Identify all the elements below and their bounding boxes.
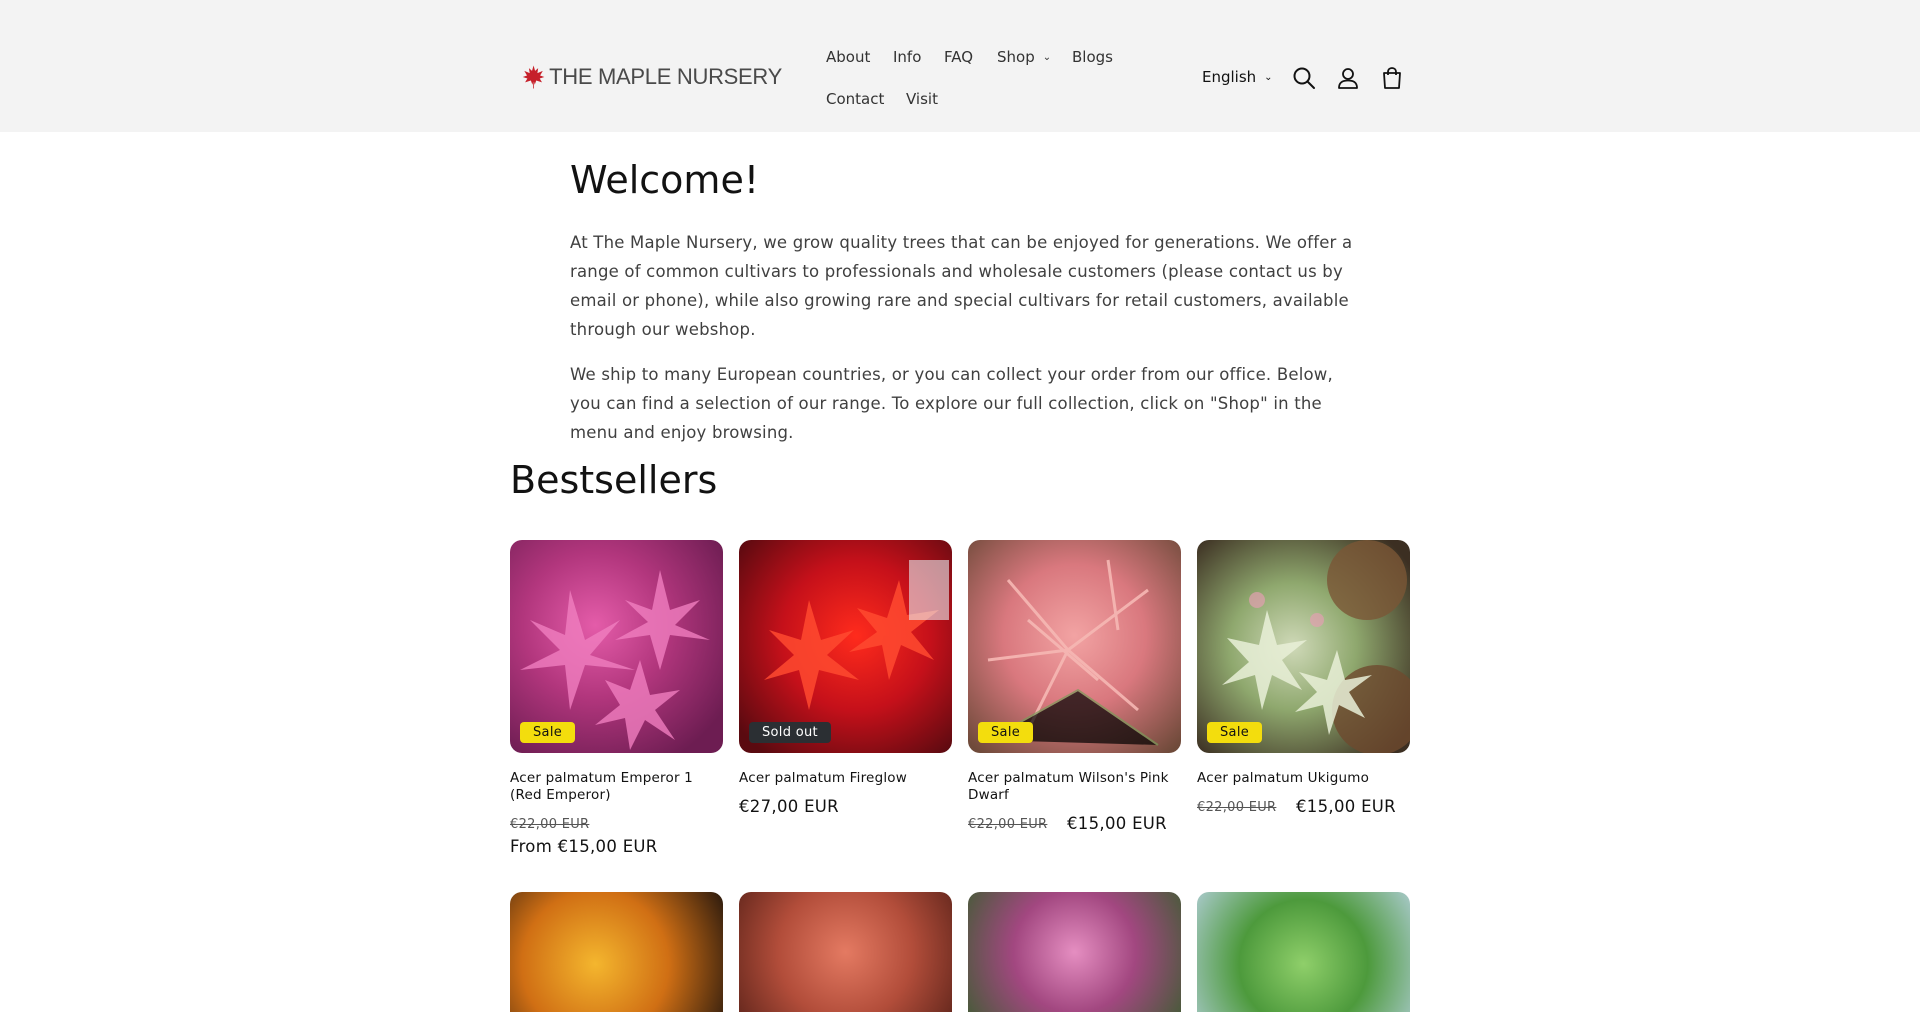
cart-icon[interactable] [1379, 65, 1405, 91]
nav-faq[interactable]: FAQ [944, 48, 973, 66]
sale-badge: Sale [520, 722, 576, 743]
product-image[interactable] [1197, 892, 1410, 1012]
product-price: €27,00 EUR [739, 797, 839, 816]
logo[interactable]: THE MAPLE NURSERY [522, 46, 782, 108]
nav-contact[interactable]: Contact [826, 90, 884, 108]
product-image[interactable]: Sale [510, 540, 723, 753]
welcome-heading: Welcome! [570, 158, 760, 202]
product-price: €15,00 EUR [1067, 814, 1167, 833]
product-image[interactable] [968, 892, 1181, 1012]
product-image[interactable] [510, 892, 723, 1012]
product-price: €15,00 EUR [1296, 797, 1396, 816]
product-image[interactable]: Sale [968, 540, 1181, 753]
compare-price: €22,00 EUR [1197, 800, 1277, 815]
product-title[interactable]: Acer palmatum Fireglow [739, 770, 952, 787]
sale-badge: Sale [978, 722, 1034, 743]
compare-price: €22,00 EUR [968, 817, 1048, 832]
nav-visit[interactable]: Visit [906, 90, 938, 108]
product-price: From €15,00 EUR [510, 837, 658, 856]
language-selector[interactable]: English ⌄ [1202, 68, 1273, 86]
search-icon[interactable] [1291, 65, 1317, 91]
intro-paragraph: At The Maple Nursery, we grow quality tr… [570, 233, 1353, 339]
chevron-down-icon: ⌄ [1042, 52, 1052, 63]
compare-price: €22,00 EUR [510, 817, 590, 832]
account-icon[interactable] [1335, 65, 1361, 91]
product-title[interactable]: Acer palmatum Emperor 1 (Red Emperor) [510, 770, 723, 804]
product-title[interactable]: Acer palmatum Wilson's Pink Dwarf [968, 770, 1181, 804]
shipping-paragraph: We ship to many European countries, or y… [570, 365, 1333, 442]
product-image[interactable]: Sale [1197, 540, 1410, 753]
product-title[interactable]: Acer palmatum Ukigumo [1197, 770, 1410, 787]
chevron-down-icon: ⌄ [1264, 72, 1273, 83]
logo-text: THE MAPLE NURSERY [549, 64, 782, 89]
product-image[interactable] [739, 892, 952, 1012]
nav-blogs[interactable]: Blogs [1072, 48, 1113, 66]
language-label: English [1202, 68, 1257, 86]
nav-about[interactable]: About [826, 48, 870, 66]
product-image[interactable]: Sold out [739, 540, 952, 753]
sale-badge: Sale [1207, 722, 1263, 743]
maple-leaf-icon [522, 65, 545, 89]
bestsellers-heading: Bestsellers [510, 458, 718, 502]
nav-info[interactable]: Info [893, 48, 921, 66]
nav-shop[interactable]: Shop ⌄ [997, 48, 1051, 66]
sold-out-badge: Sold out [749, 722, 831, 743]
site-header: THE MAPLE NURSERY About Info FAQ Shop ⌄ B… [0, 0, 1920, 132]
nav-shop-label: Shop [997, 48, 1035, 66]
